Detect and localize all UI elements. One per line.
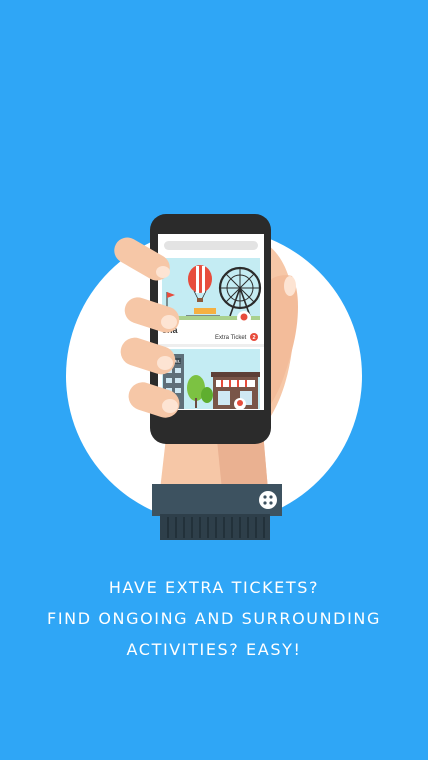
card-divider [158, 344, 264, 347]
onboarding-caption: HAVE EXTRA TICKETS? FIND ONGOING AND SUR… [0, 572, 428, 665]
caption-line-2: FIND ONGOING AND SURROUNDING [47, 609, 381, 628]
caption-line-1: HAVE EXTRA TICKETS? [108, 578, 320, 597]
onboarding-screen: ena Extra Ticket 2 HOTEL [0, 0, 428, 760]
map-pin-icon-2 [234, 398, 246, 410]
cuff-button [259, 491, 277, 509]
caption-line-3: ACTIVITIES? EASY! [126, 640, 302, 659]
card1-badge-count: 2 [252, 335, 255, 341]
map-pin-icon [237, 311, 251, 325]
thumb-nail [284, 276, 296, 296]
phone-search-bar [164, 241, 258, 250]
phone-hand-illustration: ena Extra Ticket 2 HOTEL [66, 214, 362, 540]
card1-badge-label: Extra Ticket [215, 335, 247, 341]
